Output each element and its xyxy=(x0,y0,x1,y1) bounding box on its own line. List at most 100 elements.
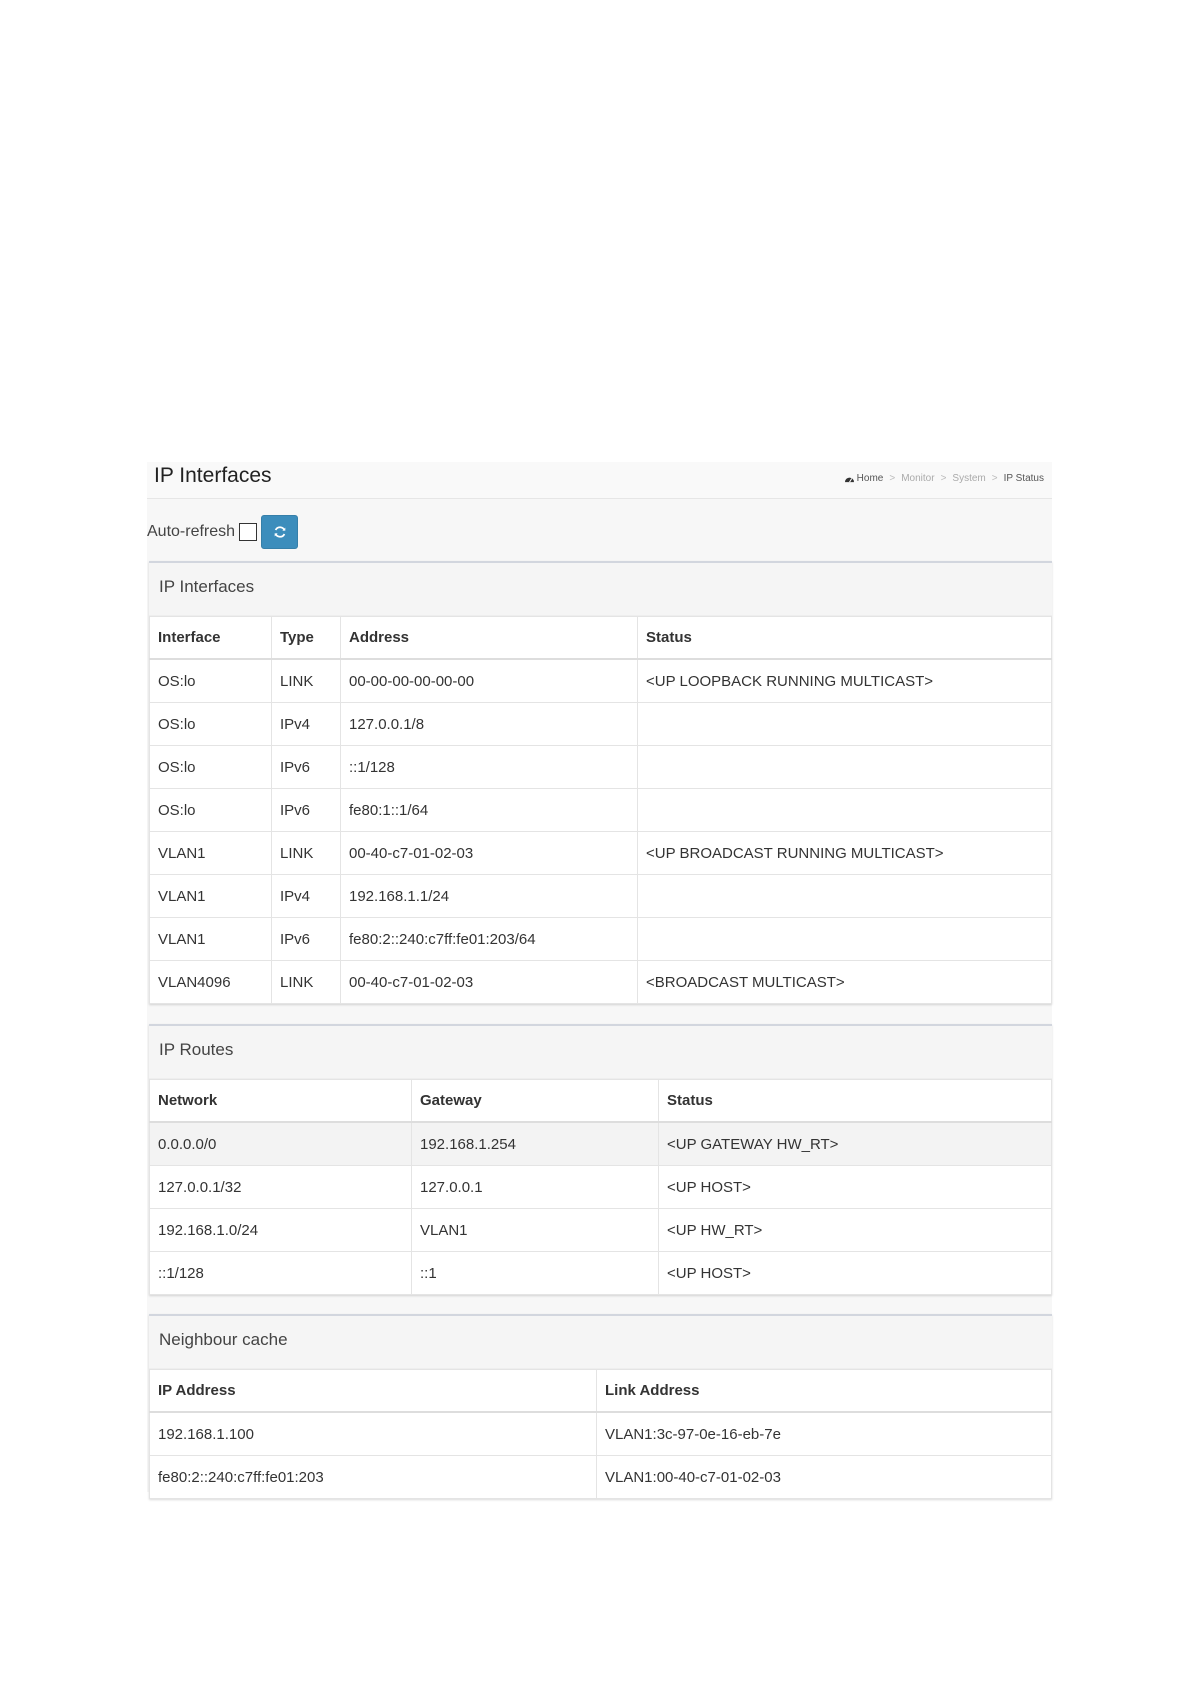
panel-title: Neighbour cache xyxy=(159,1330,288,1349)
column-header: Interface xyxy=(149,616,272,660)
refresh-icon xyxy=(274,526,285,538)
breadcrumb-separator: > xyxy=(940,473,947,484)
table-cell: ::1/128 xyxy=(340,745,638,789)
breadcrumb-current: IP Status xyxy=(1003,473,1044,484)
table-cell: <UP HOST> xyxy=(658,1165,1052,1209)
table-cell: IPv6 xyxy=(271,788,341,832)
table-cell: OS:lo xyxy=(149,658,272,703)
table-cell: 192.168.1.1/24 xyxy=(340,874,638,918)
table-row: OS:lo IPv6 ::1/128 xyxy=(149,745,1052,789)
table-cell xyxy=(637,788,1052,832)
table-cell: 00-40-c7-01-02-03 xyxy=(340,831,638,875)
table-cell: LINK xyxy=(271,658,341,703)
table-cell xyxy=(637,917,1052,961)
column-header: IP Address xyxy=(149,1369,597,1413)
table-cell: 192.168.1.254 xyxy=(411,1121,659,1166)
table-cell xyxy=(637,874,1052,918)
table-cell xyxy=(637,702,1052,746)
table-cell: 127.0.0.1 xyxy=(411,1165,659,1209)
column-header: Link Address xyxy=(596,1369,1052,1413)
table-row: 0.0.0.0/0 192.168.1.254 <UP GATEWAY HW_R… xyxy=(149,1121,1052,1166)
column-header: Status xyxy=(637,616,1052,660)
table-cell: OS:lo xyxy=(149,745,272,789)
table-header-row: IP Address Link Address xyxy=(149,1369,1052,1413)
breadcrumb-separator: > xyxy=(889,473,896,484)
panel-header: Neighbour cache xyxy=(149,1316,1052,1369)
table-cell: VLAN1 xyxy=(411,1208,659,1252)
table-row: VLAN4096 LINK 00-40-c7-01-02-03 <BROADCA… xyxy=(149,960,1052,1004)
table-cell: <UP HOST> xyxy=(658,1251,1052,1295)
column-header: Gateway xyxy=(411,1079,659,1123)
page-title: IP Interfaces xyxy=(154,464,272,487)
panel-header: IP Routes xyxy=(149,1026,1052,1079)
auto-refresh-label: Auto-refresh xyxy=(147,523,236,540)
breadcrumb: Home > Monitor > System > IP Status xyxy=(844,473,1044,484)
table-cell: ::1 xyxy=(411,1251,659,1295)
table-row: OS:lo LINK 00-00-00-00-00-00 <UP LOOPBAC… xyxy=(149,658,1052,703)
refresh-button[interactable] xyxy=(261,515,299,549)
table-row: 192.168.1.0/24 VLAN1 <UP HW_RT> xyxy=(149,1208,1052,1252)
table-cell: fe80:2::240:c7ff:fe01:203/64 xyxy=(340,917,638,961)
ip-status-page: IP Interfaces Home > Monitor > System > … xyxy=(147,462,1052,1499)
toolbar: Auto-refresh xyxy=(147,515,299,549)
table-cell: VLAN1 xyxy=(149,917,272,961)
table-cell: VLAN1 xyxy=(149,831,272,875)
table-row: ::1/128 ::1 <UP HOST> xyxy=(149,1251,1052,1295)
table-row: VLAN1 IPv4 192.168.1.1/24 xyxy=(149,874,1052,918)
table-cell: VLAN1:00-40-c7-01-02-03 xyxy=(596,1455,1052,1499)
table-cell: ::1/128 xyxy=(149,1251,412,1295)
table-row: VLAN1 IPv6 fe80:2::240:c7ff:fe01:203/64 xyxy=(149,917,1052,961)
table-cell: <UP BROADCAST RUNNING MULTICAST> xyxy=(637,831,1052,875)
table-cell: LINK xyxy=(271,831,341,875)
page-header: IP Interfaces Home > Monitor > System > … xyxy=(147,462,1052,499)
table-row: 127.0.0.1/32 127.0.0.1 <UP HOST> xyxy=(149,1165,1052,1209)
breadcrumb-monitor[interactable]: Monitor xyxy=(901,473,934,484)
panel-title: IP Interfaces xyxy=(159,577,255,596)
table-cell: 192.168.1.0/24 xyxy=(149,1208,412,1252)
ip-routes-panel: IP Routes Network Gateway Status 0.0.0.0… xyxy=(149,1024,1052,1295)
table-cell: <UP HW_RT> xyxy=(658,1208,1052,1252)
table-cell: 127.0.0.1/8 xyxy=(340,702,638,746)
breadcrumb-separator: > xyxy=(991,473,998,484)
table-cell: fe80:2::240:c7ff:fe01:203 xyxy=(149,1455,597,1499)
table-cell: 00-40-c7-01-02-03 xyxy=(340,960,638,1004)
table-cell: VLAN1 xyxy=(149,874,272,918)
table-cell: VLAN1:3c-97-0e-16-eb-7e xyxy=(596,1411,1052,1456)
panel-header: IP Interfaces xyxy=(149,563,1052,616)
auto-refresh-checkbox[interactable] xyxy=(239,523,258,541)
table-cell xyxy=(637,745,1052,789)
breadcrumb-system[interactable]: System xyxy=(952,473,985,484)
table-cell: IPv4 xyxy=(271,702,341,746)
table-row: 192.168.1.100 VLAN1:3c-97-0e-16-eb-7e xyxy=(149,1411,1052,1456)
table-cell: OS:lo xyxy=(149,788,272,832)
neighbour-cache-panel: Neighbour cache IP Address Link Address … xyxy=(149,1314,1052,1499)
table-cell: IPv6 xyxy=(271,745,341,789)
neighbour-cache-table: IP Address Link Address 192.168.1.100 VL… xyxy=(149,1369,1052,1499)
breadcrumb-home-label: Home xyxy=(856,473,884,484)
dashboard-icon xyxy=(844,477,854,483)
table-cell: LINK xyxy=(271,960,341,1004)
ip-interfaces-table: Interface Type Address Status OS:lo LINK… xyxy=(149,616,1052,1004)
table-cell: 00-00-00-00-00-00 xyxy=(340,658,638,703)
table-cell: <UP LOOPBACK RUNNING MULTICAST> xyxy=(637,658,1052,703)
table-cell: 192.168.1.100 xyxy=(149,1411,597,1456)
ip-routes-table: Network Gateway Status 0.0.0.0/0 192.168… xyxy=(149,1079,1052,1295)
table-cell: IPv4 xyxy=(271,874,341,918)
table-cell: fe80:1::1/64 xyxy=(340,788,638,832)
table-row: OS:lo IPv6 fe80:1::1/64 xyxy=(149,788,1052,832)
table-cell: 127.0.0.1/32 xyxy=(149,1165,412,1209)
breadcrumb-home[interactable]: Home xyxy=(844,473,884,484)
table-cell: <UP GATEWAY HW_RT> xyxy=(658,1121,1052,1166)
table-cell: 0.0.0.0/0 xyxy=(149,1121,412,1166)
panel-title: IP Routes xyxy=(159,1040,234,1059)
table-cell: VLAN4096 xyxy=(149,960,272,1004)
table-header-row: Network Gateway Status xyxy=(149,1079,1052,1123)
table-header-row: Interface Type Address Status xyxy=(149,616,1052,660)
table-row: OS:lo IPv4 127.0.0.1/8 xyxy=(149,702,1052,746)
column-header: Network xyxy=(149,1079,412,1123)
ip-interfaces-panel: IP Interfaces Interface Type Address Sta… xyxy=(149,561,1052,1004)
column-header: Type xyxy=(271,616,341,660)
table-cell: IPv6 xyxy=(271,917,341,961)
column-header: Status xyxy=(658,1079,1052,1123)
table-cell: OS:lo xyxy=(149,702,272,746)
